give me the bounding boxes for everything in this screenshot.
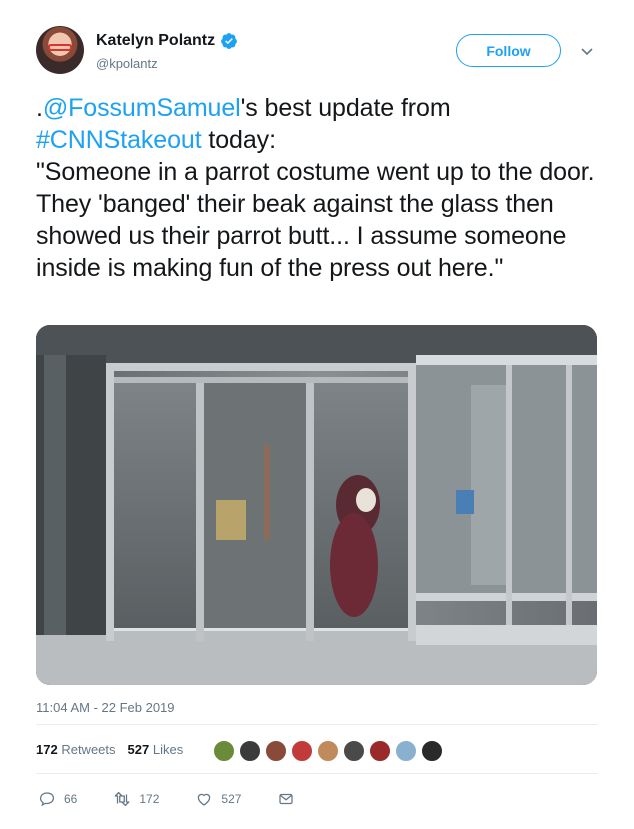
tweet-header: Katelyn Polantz @kpolantz Follow	[36, 26, 598, 78]
chevron-down-icon[interactable]	[580, 44, 594, 58]
reply-icon	[39, 792, 55, 807]
likes-stat-count: 527	[127, 742, 150, 757]
likes-stat-label: Likes	[152, 742, 184, 757]
retweets-stat[interactable]: 172 Retweets	[36, 742, 116, 757]
tweet-text: .@FossumSamuel's best update from #CNNSt…	[36, 92, 606, 284]
liker-avatar[interactable]	[290, 739, 314, 763]
envelope-icon	[279, 793, 294, 805]
divider	[36, 773, 598, 774]
display-name[interactable]: Katelyn Polantz	[96, 32, 215, 50]
tweet-text-part-2: today:	[201, 126, 276, 154]
reply-count: 66	[64, 792, 78, 806]
building-entrance-photo	[36, 325, 597, 685]
profile-avatar[interactable]	[36, 26, 84, 74]
retweet-button[interactable]: 172	[113, 790, 159, 808]
tweet-prefix: .	[36, 94, 43, 122]
follow-button[interactable]: Follow	[456, 34, 561, 67]
like-count: 527	[221, 792, 242, 806]
divider	[36, 724, 598, 725]
liker-avatar[interactable]	[342, 739, 366, 763]
verified-badge-icon	[221, 33, 238, 49]
liker-avatar[interactable]	[368, 739, 392, 763]
liker-avatar[interactable]	[420, 739, 444, 763]
liker-avatar[interactable]	[238, 739, 262, 763]
tweet-actions: 66 172 527	[36, 790, 295, 808]
mention-link[interactable]: @FossumSamuel	[43, 94, 241, 122]
name-row: Katelyn Polantz	[96, 32, 238, 50]
heart-icon	[198, 793, 211, 806]
liker-avatar[interactable]	[264, 739, 288, 763]
hashtag-link[interactable]: #CNNStakeout	[36, 126, 202, 154]
reply-button[interactable]: 66	[38, 790, 77, 808]
avatar-glasses	[48, 44, 72, 51]
direct-message-button[interactable]	[277, 790, 295, 808]
retweets-stat-label: Retweets	[61, 742, 116, 757]
retweet-count: 172	[139, 792, 160, 806]
engagement-stats: 172 Retweets 527 Likes	[36, 742, 183, 757]
retweet-icon	[114, 791, 130, 807]
tweet-text-part-1: 's best update from	[240, 94, 451, 122]
liker-avatars	[212, 739, 446, 763]
liker-avatar[interactable]	[394, 739, 418, 763]
user-handle[interactable]: @kpolantz	[96, 56, 158, 71]
liker-avatar[interactable]	[212, 739, 236, 763]
liker-avatar[interactable]	[316, 739, 340, 763]
like-button[interactable]: 527	[195, 790, 241, 808]
tweet-quote: "Someone in a parrot costume went up to …	[36, 158, 595, 282]
likes-stat[interactable]: 527 Likes	[128, 742, 184, 757]
tweet-media-image[interactable]	[36, 325, 597, 685]
retweets-stat-count: 172	[36, 742, 58, 757]
tweet-timestamp[interactable]: 11:04 AM - 22 Feb 2019	[36, 700, 175, 715]
